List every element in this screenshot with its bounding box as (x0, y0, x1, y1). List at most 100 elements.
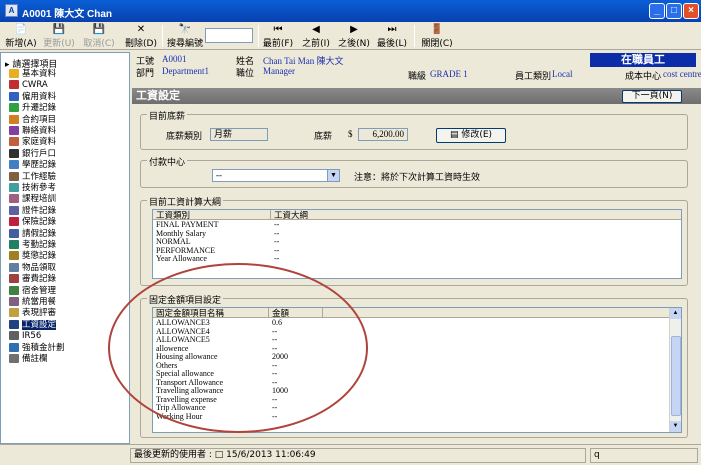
column-header[interactable]: 金額 (269, 308, 323, 318)
tree-item[interactable]: 證件記錄 (9, 205, 56, 216)
tree-item[interactable]: 表現評審 (9, 308, 56, 318)
tree-item[interactable]: 獎懲記錄 (9, 251, 56, 261)
edit-salary-button[interactable]: ▤ 修改(E) (436, 128, 506, 143)
last-record-button[interactable]: ⏭ 最後(L) (376, 24, 408, 49)
tree-item[interactable]: 請假記錄 (9, 228, 56, 239)
family-icon (9, 137, 19, 147)
table-row[interactable]: ALLOWANCE5 -- (153, 335, 681, 345)
skill-icon (9, 183, 19, 192)
position-value: Manager (263, 66, 295, 76)
table-row[interactable]: FINAL PAYMENT -- (153, 220, 681, 230)
tree-item[interactable]: 工資設定 (9, 319, 57, 330)
table-row[interactable]: Housing allowance 2000 (153, 352, 681, 362)
base-salary-field: 6,200.00 (358, 128, 408, 141)
cost-center-value: cost centre (663, 69, 701, 79)
employment-icon (9, 91, 19, 101)
column-header[interactable]: 工資類別 (153, 210, 271, 220)
fee-icon (9, 274, 19, 284)
tree-item[interactable]: 基本資料 (9, 69, 56, 79)
tree-item[interactable]: CWRA (9, 80, 48, 90)
column-header (323, 308, 671, 318)
toolbar: 📄 新增(A) 💾 更新(U) 💾 取消(C) ✕ 刪除(D) 🔭 搜尋編號 ⏮… (0, 22, 701, 50)
scroll-down-icon[interactable]: ▼ (670, 421, 681, 432)
save-icon: 💾 (52, 24, 66, 35)
tree-item[interactable]: 僱用資料 (9, 91, 56, 102)
cwra-icon (9, 80, 19, 90)
salary-outline-table[interactable]: 工資類別 工資大綱 FINAL PAYMENT -- Monthly Salary -… (152, 209, 682, 279)
prev-record-button[interactable]: ◀ 之前(I) (300, 24, 332, 49)
update-button[interactable]: 💾 更新(U) (40, 24, 78, 49)
column-header[interactable]: 固定金額項目名稱 (153, 308, 269, 318)
minimize-button[interactable]: _ (649, 3, 665, 19)
table-row[interactable]: Travelling allowance 1000 (153, 386, 681, 396)
table-row[interactable]: Trip Allowance -- (153, 403, 681, 413)
table-row[interactable]: Monthly Salary -- (153, 229, 681, 239)
tree-item[interactable]: 宿舍管理 (9, 285, 56, 296)
tree-item[interactable]: 合約項目 (9, 114, 56, 125)
table-row[interactable]: ALLOWANCE3 0.6 (153, 318, 681, 328)
tree-item[interactable]: 備註欄 (9, 354, 48, 364)
tree-item[interactable]: 學歷記錄 (9, 160, 56, 170)
close-form-button[interactable]: 🚪 關閉(C) (420, 24, 454, 49)
tree-item[interactable]: 聯絡資料 (9, 126, 56, 136)
status-bar: 最後更新的使用者 : □ 15/6/2013 11:06:49 q (0, 444, 701, 465)
dept-value: Department1 (162, 66, 209, 76)
main-panel: 工號 A0001 部門 Department1 姓名 Chan Tai Man … (132, 52, 701, 444)
search-input[interactable] (205, 28, 253, 43)
new-button[interactable]: 📄 新增(A) (4, 24, 38, 49)
table-row[interactable]: Others -- (153, 361, 681, 371)
status-right: q (590, 448, 698, 463)
scroll-up-icon[interactable]: ▲ (670, 308, 681, 319)
next-page-button[interactable]: 下一頁(N) (622, 90, 682, 103)
salary-type-field: 月薪 (210, 128, 268, 141)
tree-item[interactable]: 技術參考 (9, 183, 56, 193)
table-row[interactable]: NORMAL -- (153, 237, 681, 247)
tree-item[interactable]: 強積金計劃 (9, 342, 65, 353)
insurance-icon (9, 217, 19, 227)
cancel-icon: 💾 (92, 24, 106, 35)
new-doc-icon: 📄 (14, 24, 28, 35)
tree-item[interactable]: 工作經驗 (9, 171, 56, 182)
tree-item[interactable]: 銀行戶口 (9, 148, 56, 159)
table-row[interactable]: allowence -- (153, 344, 681, 354)
tree-item[interactable]: 考勤記錄 (9, 240, 56, 250)
tree-item[interactable]: 家庭資料 (9, 137, 56, 147)
cancel-button[interactable]: 💾 取消(C) (80, 24, 118, 49)
tree-item[interactable]: 升遷記錄 (9, 103, 56, 113)
table-row[interactable]: Transport Allowance -- (153, 378, 681, 388)
work-icon (9, 171, 19, 181)
payment-center-select[interactable]: -- ▼ (212, 169, 340, 182)
last-updated-status: 最後更新的使用者 : □ 15/6/2013 11:06:49 (130, 448, 586, 463)
tree-item[interactable]: 統當用餐 (9, 297, 56, 307)
meal-icon (9, 297, 19, 306)
tree-item[interactable]: IR56 (9, 331, 41, 341)
fixed-items-table[interactable]: 固定金額項目名稱 金額 ▲ ▼ ALLOWANCE3 0.6 ALLOWANCE4-… (152, 307, 682, 433)
next-record-button[interactable]: ▶ 之後(N) (338, 24, 370, 49)
table-row[interactable]: Year Allowance -- (153, 254, 681, 264)
first-record-button[interactable]: ⏮ 最前(F) (262, 24, 294, 49)
delete-button[interactable]: ✕ 刪除(D) (124, 24, 158, 49)
column-header[interactable]: 工資大綱 (271, 210, 681, 220)
table-row[interactable]: Special allowance -- (153, 369, 681, 379)
window-title: A0001 陳大文 Chan (22, 9, 113, 20)
close-window-button[interactable]: × (683, 3, 699, 19)
dorm-icon (9, 285, 19, 295)
tree-item[interactable]: 保險記錄 (9, 217, 56, 227)
maximize-button[interactable]: □ (666, 3, 682, 19)
edit-icon: ▤ (449, 130, 462, 140)
chevron-down-icon[interactable]: ▼ (327, 170, 339, 181)
status-badge: 在職員工 (590, 53, 696, 67)
course-icon (9, 194, 19, 204)
emp-no-value: A0001 (162, 54, 187, 64)
mpf-icon (9, 342, 19, 352)
table-row[interactable]: ALLOWANCE4 -- (153, 327, 681, 337)
table-row[interactable]: Working Hour -- (153, 412, 681, 422)
salary-type-label: 底薪類別 (166, 131, 203, 141)
table-row[interactable]: Travelling expense -- (153, 395, 681, 405)
dept-label: 部門 (136, 68, 155, 78)
binoculars-icon: 🔭 (178, 24, 192, 35)
tree-item[interactable]: 物品領取 (9, 262, 56, 273)
tree-item[interactable]: 審費記錄 (9, 274, 56, 284)
table-row[interactable]: PERFORMANCE -- (153, 246, 681, 256)
tree-item[interactable]: 課程培訓 (9, 194, 56, 204)
